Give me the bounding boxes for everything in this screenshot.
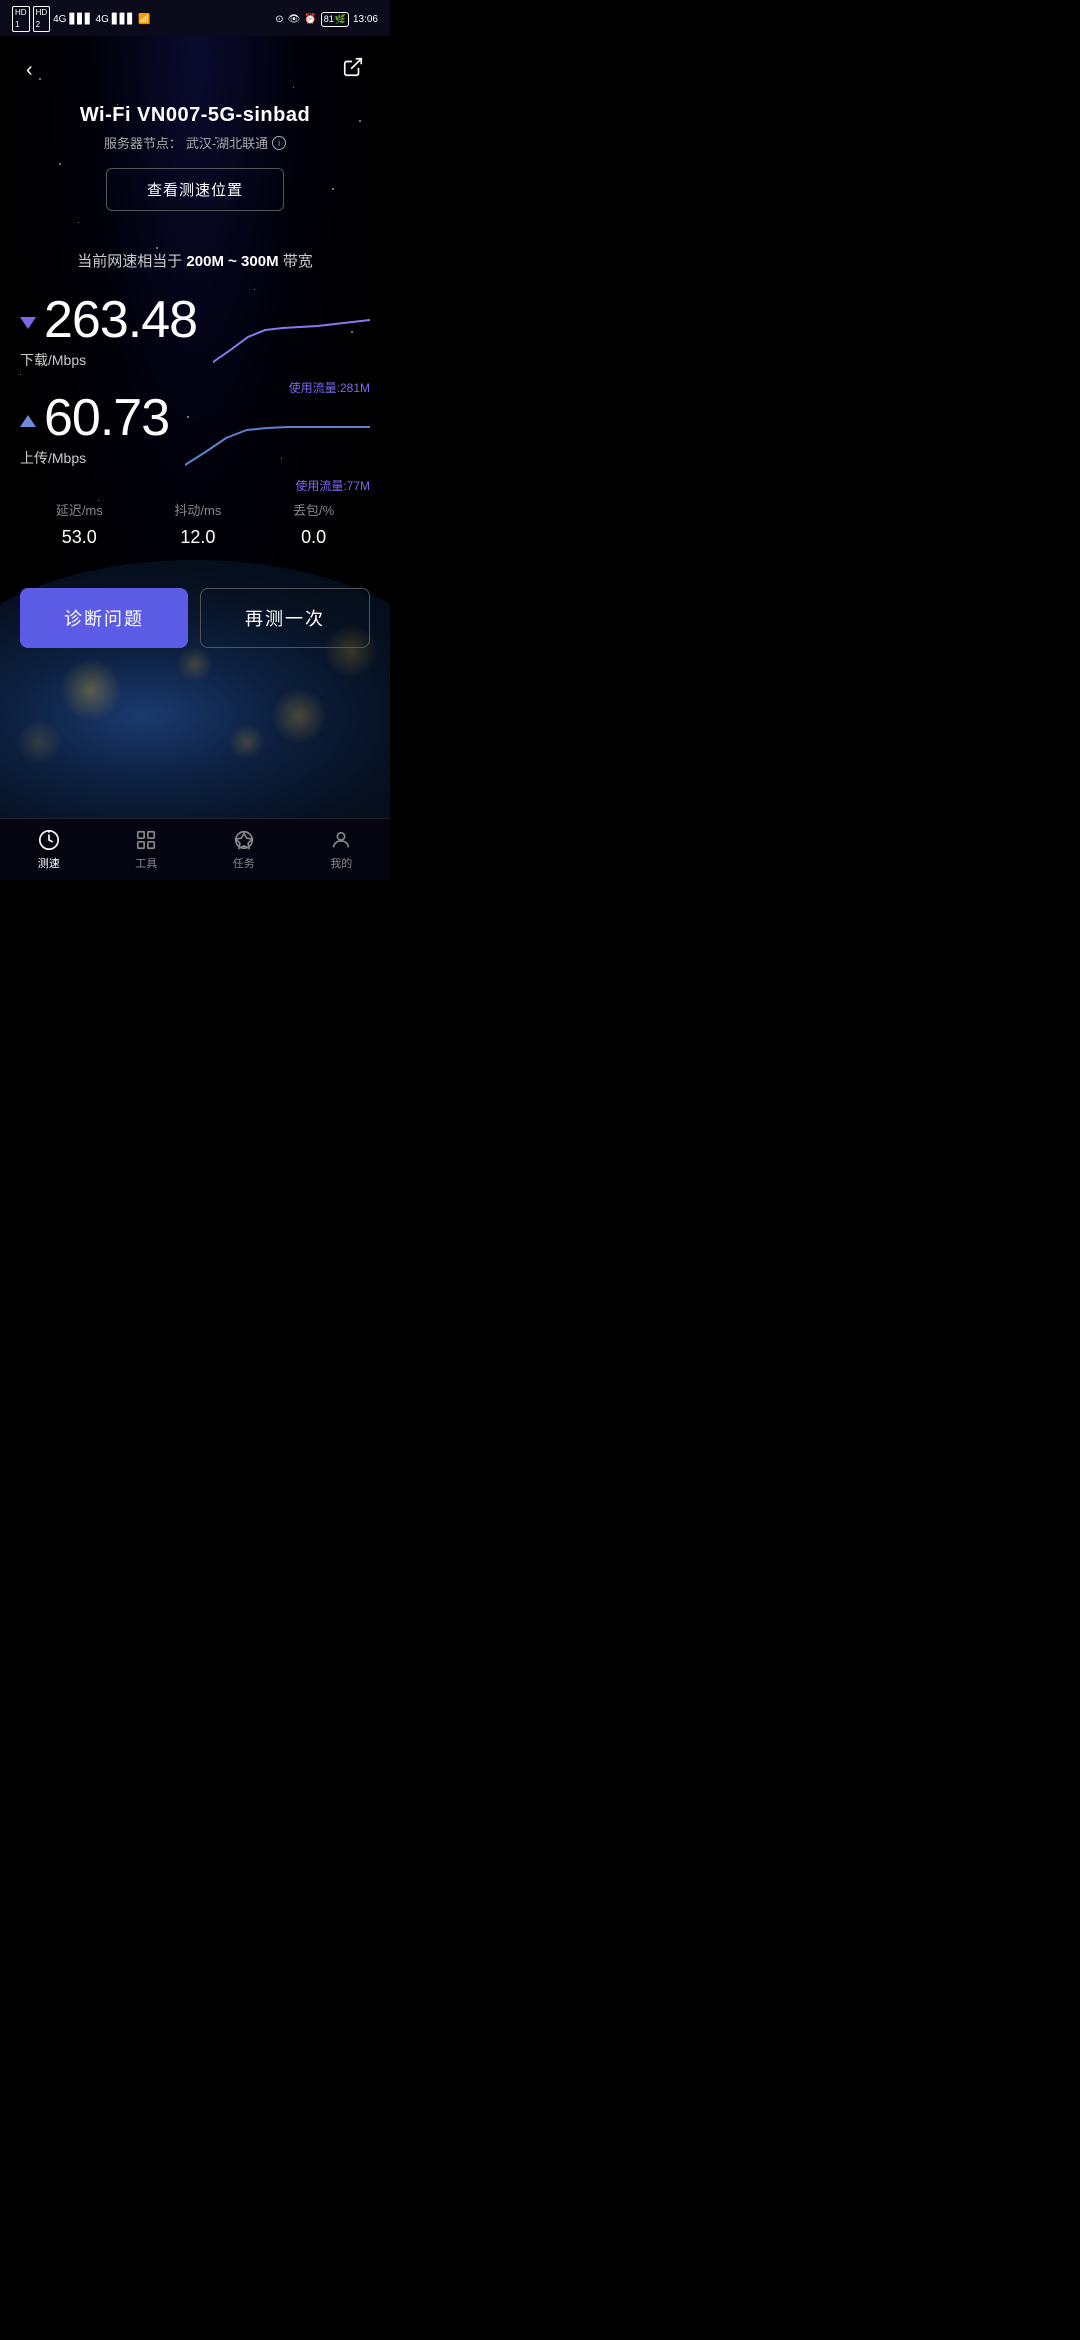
status-left: HD1 HD2 4G ▋▋▋ 4G ▋▋▋ 📶 — [12, 6, 150, 32]
packetloss-label: 丢包/% — [293, 500, 334, 519]
wifi-name: Wi-Fi VN007-5G-sinbad — [20, 104, 370, 127]
battery-symbol: 🌿 — [335, 14, 346, 25]
retest-button[interactable]: 再测一次 — [200, 588, 370, 648]
summary-suffix: 带宽 — [283, 253, 313, 270]
latency-label: 延迟/ms — [56, 500, 103, 519]
signal-4g-1: 4G — [53, 14, 66, 25]
download-value-block: 263.48 下载/Mbps — [20, 294, 197, 370]
signal-bars-1: ▋▋▋ — [69, 14, 92, 25]
battery-level: 81 — [324, 14, 334, 24]
back-button[interactable]: ‹ — [20, 53, 39, 88]
packetloss-value: 0.0 — [301, 527, 326, 548]
main-content: Wi-Fi VN007-5G-sinbad 服务器节点： 武汉-湖北联通 i 查… — [0, 104, 390, 648]
nav-speed[interactable]: 测速 — [21, 822, 77, 877]
wifi-icon: 📶 — [138, 14, 150, 25]
upload-indicator: 60.73 — [20, 392, 169, 444]
speed-summary: 当前网速相当于 200M ~ 300M 带宽 — [20, 251, 370, 274]
download-traffic: 使用流量:281M — [213, 379, 370, 396]
latency-value: 53.0 — [62, 527, 97, 548]
download-chart: 使用流量:281M — [213, 302, 370, 372]
info-icon[interactable]: i — [272, 136, 286, 150]
download-arrow-icon — [20, 317, 36, 329]
nav-tasks[interactable]: 任务 — [216, 822, 272, 877]
hd1-badge: HD1 — [12, 6, 30, 32]
status-right: ⊙ 👁 ⏰ 81 🌿 13:06 — [275, 12, 378, 27]
signal-bars-2: ▋▋▋ — [112, 14, 135, 25]
nav-bar: 测速 工具 — [0, 818, 390, 880]
eye-icon: 👁 — [288, 14, 301, 25]
summary-range: 200M ~ 300M — [186, 253, 278, 270]
nav-tools-label: 工具 — [135, 855, 157, 871]
download-section: 263.48 下载/Mbps 使用流量:281M — [20, 294, 370, 372]
nav-speed-label: 测速 — [38, 855, 60, 871]
nav-mine-label: 我的 — [330, 855, 352, 871]
hd2-badge: HD2 — [33, 6, 51, 32]
upload-chart: 使用流量:77M — [185, 400, 370, 470]
alarm-icon: ⏰ — [304, 14, 316, 25]
upload-arrow-icon — [20, 415, 36, 427]
summary-prefix: 当前网速相当于 — [77, 253, 182, 270]
server-info: 服务器节点： 武汉-湖北联通 i — [20, 133, 370, 152]
nav-mine[interactable]: 我的 — [313, 822, 369, 877]
diagnose-button[interactable]: 诊断问题 — [20, 588, 188, 648]
nav-mine-icon — [329, 828, 353, 852]
nav-speed-icon — [37, 828, 61, 852]
battery-indicator: 81 🌿 — [321, 12, 349, 27]
nav-tools[interactable]: 工具 — [118, 822, 174, 877]
upload-unit: 上传/Mbps — [20, 448, 169, 468]
upload-section: 60.73 上传/Mbps 使用流量:77M — [20, 392, 370, 470]
app-background: ‹ Wi-Fi VN007-5G-sinbad 服务器节点： 武汉-湖北联通 i… — [0, 36, 390, 880]
signal-4g-2: 4G — [96, 14, 109, 25]
latency-stat: 延迟/ms 53.0 — [56, 500, 103, 548]
stats-row: 延迟/ms 53.0 抖动/ms 12.0 丢包/% 0.0 — [20, 490, 370, 558]
download-speed: 263.48 — [44, 294, 197, 346]
app-header: ‹ — [0, 36, 390, 104]
jitter-label: 抖动/ms — [174, 500, 221, 519]
upload-speed: 60.73 — [44, 392, 169, 444]
share-button[interactable] — [336, 50, 370, 90]
download-unit: 下载/Mbps — [20, 350, 197, 370]
upload-value-block: 60.73 上传/Mbps — [20, 392, 169, 468]
action-buttons: 诊断问题 再测一次 — [20, 588, 370, 648]
packetloss-stat: 丢包/% 0.0 — [293, 500, 334, 548]
jitter-value: 12.0 — [180, 527, 215, 548]
status-bar: HD1 HD2 4G ▋▋▋ 4G ▋▋▋ 📶 ⊙ 👁 ⏰ 81 🌿 13:06 — [0, 0, 390, 36]
clock: 13:06 — [353, 14, 378, 25]
upload-traffic: 使用流量:77M — [185, 477, 370, 494]
download-indicator: 263.48 — [20, 294, 197, 346]
location-button[interactable]: 查看测速位置 — [106, 168, 284, 211]
nav-tasks-label: 任务 — [233, 855, 255, 871]
brightness-icon: ⊙ — [275, 14, 283, 25]
server-prefix: 服务器节点： — [104, 133, 182, 152]
nav-tools-icon — [134, 828, 158, 852]
jitter-stat: 抖动/ms 12.0 — [174, 500, 221, 548]
nav-tasks-icon — [232, 828, 256, 852]
server-name: 武汉-湖北联通 — [186, 133, 268, 152]
